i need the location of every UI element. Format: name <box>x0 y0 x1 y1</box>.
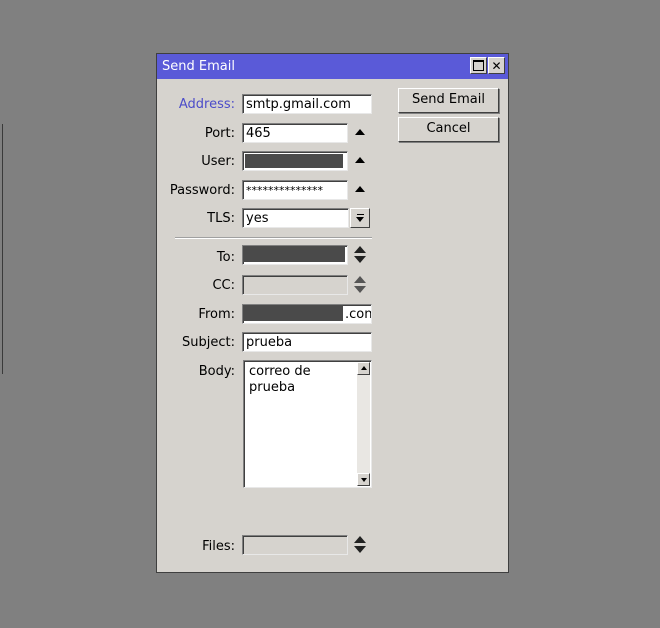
cc-updown-icon[interactable] <box>354 276 366 294</box>
from-label: From: <box>198 307 235 322</box>
chevron-down-icon <box>356 217 364 222</box>
cc-input[interactable] <box>242 275 348 295</box>
close-button[interactable]: ✕ <box>488 57 505 74</box>
scroll-up-button[interactable] <box>357 362 370 375</box>
send-email-dialog: Send Email ✕ Address: smtp.gmail.com Por… <box>156 53 509 573</box>
tls-select[interactable]: yes <box>242 208 349 228</box>
body-label: Body: <box>198 364 235 379</box>
files-updown-icon[interactable] <box>354 536 366 554</box>
tls-label: TLS: <box>207 211 235 226</box>
arrow-up-icon <box>361 366 367 370</box>
arrow-down-icon <box>361 478 367 482</box>
send-email-button[interactable]: Send Email <box>398 88 499 113</box>
to-input[interactable] <box>242 245 348 265</box>
maximize-button[interactable] <box>470 57 487 74</box>
background-window-edge <box>0 124 3 374</box>
port-label: Port: <box>204 126 235 141</box>
title-bar[interactable]: Send Email ✕ <box>157 54 508 79</box>
close-icon: ✕ <box>491 58 502 73</box>
section-divider <box>175 237 372 239</box>
user-input[interactable] <box>242 151 348 171</box>
subject-input[interactable]: prueba <box>242 332 372 352</box>
redacted-to <box>243 246 345 262</box>
body-textarea[interactable]: correo de prueba <box>243 360 372 488</box>
files-label: Files: <box>202 539 235 554</box>
body-text: correo de prueba <box>249 364 311 395</box>
user-label: User: <box>201 154 235 169</box>
subject-label: Subject: <box>182 335 235 350</box>
from-value: .con <box>345 307 372 322</box>
body-scrollbar[interactable] <box>357 362 370 486</box>
redacted-from <box>243 305 343 321</box>
port-input[interactable]: 465 <box>242 123 348 143</box>
tls-dropdown-button[interactable] <box>350 208 370 228</box>
dropdown-bar-icon <box>357 214 364 215</box>
user-collapse-icon[interactable] <box>355 157 365 163</box>
address-input[interactable]: smtp.gmail.com <box>242 94 372 114</box>
from-input[interactable]: .con <box>242 304 372 324</box>
cancel-button[interactable]: Cancel <box>398 117 499 142</box>
redacted-user <box>245 154 343 168</box>
to-label: To: <box>216 250 235 265</box>
to-updown-icon[interactable] <box>354 246 366 264</box>
scroll-down-button[interactable] <box>357 473 370 486</box>
window-title: Send Email <box>162 59 235 74</box>
port-collapse-icon[interactable] <box>355 129 365 135</box>
maximize-icon <box>473 60 484 71</box>
password-collapse-icon[interactable] <box>355 186 365 192</box>
address-label: Address: <box>178 97 235 112</box>
password-label: Password: <box>169 183 235 198</box>
files-input[interactable] <box>242 535 348 555</box>
cc-label: CC: <box>212 278 235 293</box>
password-input[interactable]: ************** <box>242 180 348 200</box>
